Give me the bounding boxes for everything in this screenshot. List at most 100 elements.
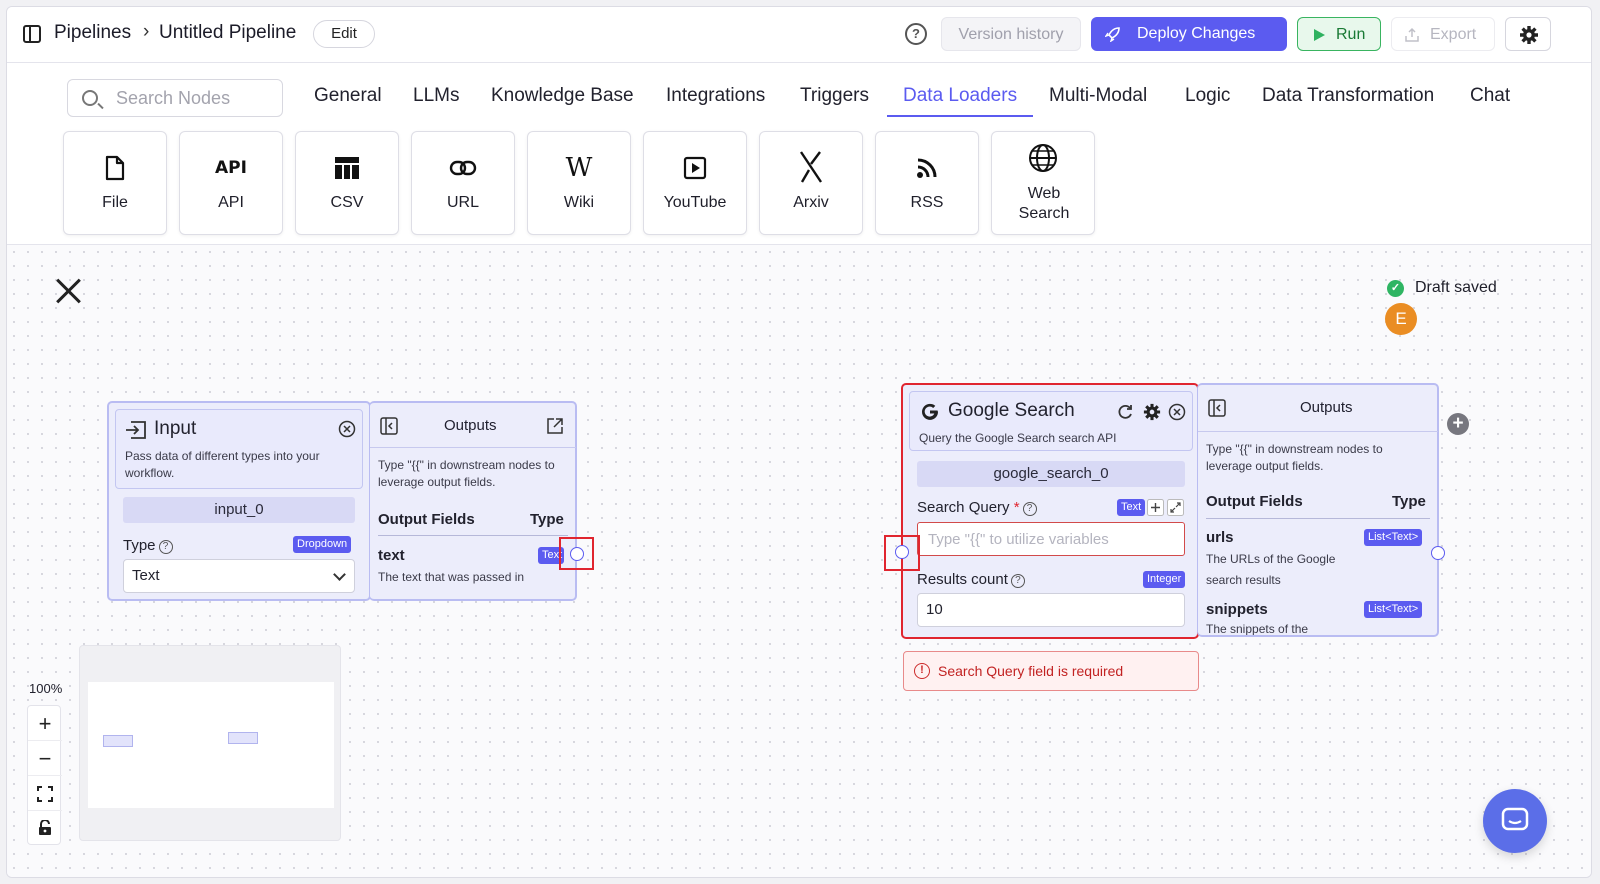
zoom-in-button[interactable]: +	[28, 706, 62, 741]
help-icon[interactable]: ?	[905, 23, 927, 45]
search-nodes-input[interactable]	[116, 86, 276, 110]
google-search-header: Google Search Query the Google Search se…	[909, 391, 1193, 451]
deploy-changes-button[interactable]: Deploy Changes	[1091, 17, 1287, 51]
output-fields-header: Output Fields	[1206, 493, 1303, 510]
add-node-icon[interactable]: +	[1447, 413, 1469, 435]
divider	[378, 535, 568, 536]
export-button[interactable]: Export	[1391, 17, 1495, 51]
chevron-down-icon	[333, 568, 346, 581]
divider	[1198, 431, 1438, 432]
breadcrumb-pipelines[interactable]: Pipelines	[54, 22, 131, 44]
tile-url[interactable]: URL	[411, 131, 515, 235]
zoom-controls: + −	[27, 705, 62, 846]
tile-wiki[interactable]: W Wiki	[527, 131, 631, 235]
tile-api[interactable]: API API	[179, 131, 283, 235]
node-id-badge[interactable]: input_0	[123, 497, 355, 523]
run-label: Run	[1336, 26, 1366, 43]
close-icon[interactable]	[55, 277, 83, 305]
results-count-label: Results count?	[917, 571, 1025, 588]
results-count-value: 10	[926, 601, 943, 618]
collapse-panel-icon[interactable]	[380, 417, 398, 435]
open-external-icon[interactable]	[546, 417, 564, 435]
check-circle-icon: ✓	[1387, 280, 1404, 297]
type-select[interactable]: Text	[123, 559, 355, 593]
outputs-title: Outputs	[1300, 399, 1353, 416]
tab-triggers[interactable]: Triggers	[800, 85, 869, 107]
tab-data-transformation[interactable]: Data Transformation	[1262, 85, 1434, 107]
sidebar-toggle-icon[interactable]	[23, 25, 41, 43]
search-query-input[interactable]	[917, 522, 1185, 556]
draft-status: Draft saved	[1415, 279, 1497, 296]
help-icon[interactable]: ?	[158, 540, 173, 554]
tab-data-loaders[interactable]: Data Loaders	[903, 85, 1017, 107]
tile-label: URL	[446, 194, 479, 211]
help-icon[interactable]: ?	[1022, 502, 1037, 516]
tile-file[interactable]: File	[63, 131, 167, 235]
type-header: Type	[530, 511, 564, 528]
search-nodes-box[interactable]	[67, 79, 283, 117]
tile-arxiv[interactable]: Arxiv	[759, 131, 863, 235]
close-circle-icon[interactable]	[1168, 403, 1186, 421]
error-icon: !	[914, 663, 930, 679]
tile-label: CSV	[330, 194, 364, 211]
gear-icon[interactable]	[1143, 403, 1161, 421]
output-field-description: The text that was passed in	[378, 570, 525, 584]
tile-youtube[interactable]: YouTube	[643, 131, 747, 235]
fit-view-button[interactable]	[28, 776, 62, 811]
export-icon	[1405, 27, 1419, 42]
add-variable-icon[interactable]	[1147, 499, 1164, 516]
arxiv-icon	[760, 150, 862, 184]
settings-button[interactable]	[1505, 17, 1551, 51]
outputs-title: Outputs	[444, 417, 497, 434]
minimap[interactable]	[79, 645, 341, 841]
type-select-value: Text	[132, 567, 160, 584]
tab-general[interactable]: General	[314, 85, 382, 107]
node-id-badge[interactable]: google_search_0	[917, 461, 1185, 487]
chat-support-button[interactable]	[1483, 789, 1547, 853]
google-search-title: Google Search	[948, 400, 1075, 421]
zoom-out-button[interactable]: −	[28, 741, 62, 776]
tab-knowledge-base[interactable]: Knowledge Base	[491, 85, 634, 107]
input-node[interactable]: Input Pass data of different types into …	[107, 401, 371, 601]
expand-icon[interactable]	[1167, 499, 1184, 516]
pipeline-canvas[interactable]: ✓ Draft saved E Input Pass data of diffe…	[7, 245, 1591, 877]
tab-logic[interactable]: Logic	[1185, 85, 1230, 107]
output-field-description: The snippets of the	[1206, 622, 1309, 635]
help-icon[interactable]: ?	[1010, 574, 1025, 588]
tab-multi-modal[interactable]: Multi-Modal	[1049, 85, 1147, 107]
tab-chat[interactable]: Chat	[1470, 85, 1510, 107]
export-label: Export	[1430, 26, 1477, 43]
app-frame: Pipelines › Untitled Pipeline Edit ? Ver…	[6, 6, 1592, 878]
input-icon	[126, 421, 146, 439]
search-query-label: Search Query *?	[917, 499, 1037, 516]
edit-button[interactable]: Edit	[313, 20, 375, 48]
error-text: Search Query field is required	[938, 663, 1124, 679]
outputs-description: Type "{{" in downstream nodes to leverag…	[378, 458, 555, 489]
avatar[interactable]: E	[1385, 303, 1417, 335]
output-handle[interactable]	[1431, 546, 1445, 560]
output-field-name: snippets	[1206, 601, 1268, 618]
google-search-node[interactable]: Google Search Query the Google Search se…	[901, 383, 1199, 639]
run-button[interactable]: Run	[1297, 17, 1381, 51]
fit-view-icon	[37, 786, 53, 802]
gear-icon	[1520, 26, 1538, 44]
refresh-icon[interactable]	[1116, 403, 1134, 421]
close-circle-icon[interactable]	[338, 420, 356, 438]
file-icon	[64, 154, 166, 182]
results-count-input[interactable]: 10	[917, 593, 1185, 627]
tab-integrations[interactable]: Integrations	[666, 85, 765, 107]
tab-llms[interactable]: LLMs	[413, 85, 459, 107]
error-message: ! Search Query field is required	[903, 651, 1199, 691]
version-history-button[interactable]: Version history	[941, 17, 1081, 51]
collapse-panel-icon[interactable]	[1208, 399, 1226, 417]
tile-label: File	[102, 194, 128, 211]
output-desc-clip: The text that was passed in	[378, 567, 558, 597]
top-header: Pipelines › Untitled Pipeline Edit ? Ver…	[7, 7, 1591, 63]
tile-web-search[interactable]: Web Search	[991, 131, 1095, 235]
play-icon	[1314, 29, 1325, 41]
tile-csv[interactable]: CSV	[295, 131, 399, 235]
tile-rss[interactable]: RSS	[875, 131, 979, 235]
tile-label: Web Search	[1018, 185, 1070, 222]
api-icon: API	[215, 158, 247, 178]
lock-button[interactable]	[28, 811, 62, 846]
